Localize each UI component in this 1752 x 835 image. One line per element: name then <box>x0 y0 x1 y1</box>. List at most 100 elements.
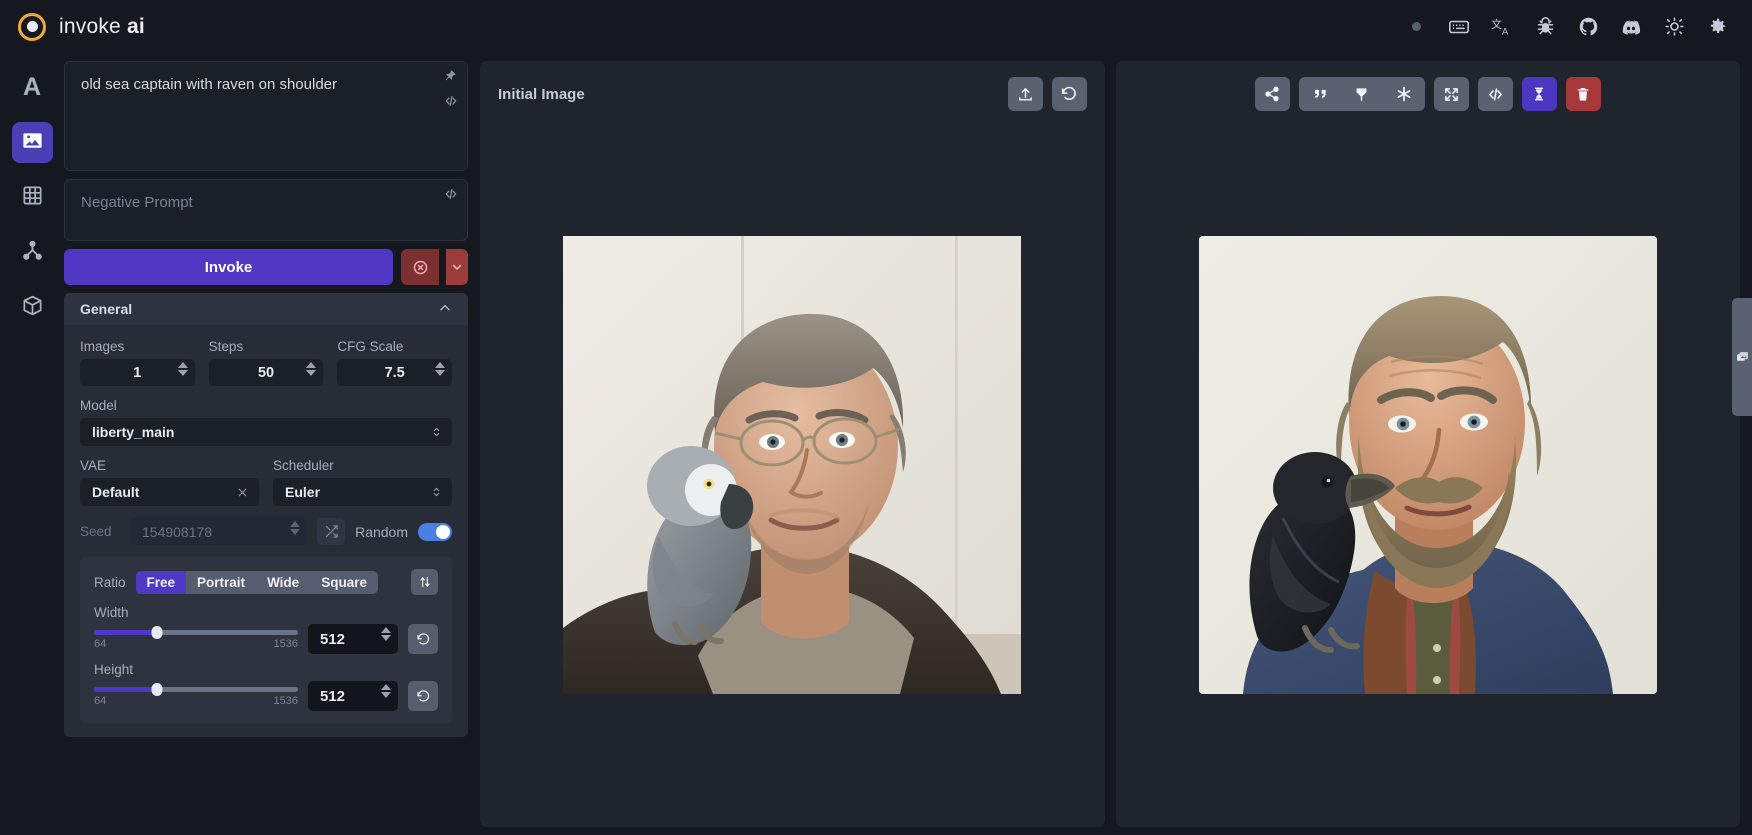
sidebar-item-text-to-image[interactable]: A <box>12 67 53 108</box>
sidebar-item-node-editor[interactable] <box>12 232 53 273</box>
ratio-option-portrait[interactable]: Portrait <box>186 571 256 594</box>
height-reset-icon[interactable] <box>408 681 438 711</box>
height-stepper[interactable] <box>381 684 391 698</box>
metadata-button[interactable] <box>1478 77 1513 111</box>
cancel-options-chevron-down-icon[interactable] <box>446 249 468 285</box>
language-icon[interactable]: 文 A <box>1491 16 1513 38</box>
height-value: 512 <box>320 688 345 705</box>
model-value: liberty_main <box>92 424 174 440</box>
width-slider[interactable]: 64 1536 <box>94 624 298 650</box>
gallery-edge <box>1732 53 1752 827</box>
images-input[interactable]: 1 <box>80 359 195 386</box>
sidebar-item-unified-canvas[interactable] <box>12 177 53 218</box>
use-seed-button[interactable] <box>1341 77 1383 111</box>
vae-label: VAE <box>80 458 259 473</box>
scheduler-select[interactable]: Euler <box>273 478 452 506</box>
upload-image-button[interactable] <box>1008 77 1043 111</box>
steps-input[interactable]: 50 <box>209 359 324 386</box>
progress-button[interactable] <box>1522 77 1557 111</box>
fullscreen-button[interactable] <box>1434 77 1469 111</box>
initial-image-header: Initial Image <box>480 61 1105 127</box>
height-slider[interactable]: 64 1536 <box>94 681 298 707</box>
dimensions-card: Ratio Free Portrait Wide Square <box>80 557 452 723</box>
shuffle-seed-icon[interactable] <box>317 518 345 545</box>
brand-logo[interactable]: invoke ai <box>18 13 145 41</box>
image-toolbar <box>1116 61 1741 127</box>
prompt-text[interactable]: old sea captain with raven on shoulder <box>65 62 467 95</box>
generated-image-area[interactable] <box>1116 127 1741 827</box>
cfg-scale-input[interactable]: 7.5 <box>337 359 452 386</box>
gallery-toggle-images-icon[interactable] <box>1732 298 1752 416</box>
use-all-button[interactable] <box>1383 77 1425 111</box>
prompt-field[interactable]: old sea captain with raven on shoulder <box>64 61 468 171</box>
delete-button[interactable] <box>1566 77 1601 111</box>
numeric-settings-row: Images 1 Steps 50 <box>80 339 452 386</box>
images-stepper[interactable] <box>178 362 188 376</box>
page-title: Initial Image <box>498 86 585 103</box>
svg-text:A: A <box>1502 26 1509 36</box>
options-panel: old sea captain with raven on shoulder <box>64 53 468 827</box>
width-row: 64 1536 512 <box>94 624 438 654</box>
sidebar-item-model-manager[interactable] <box>12 287 53 328</box>
images-setting: Images 1 <box>80 339 195 386</box>
height-max: 1536 <box>274 695 298 707</box>
seed-label: Seed <box>80 524 120 539</box>
discord-icon[interactable] <box>1620 16 1642 38</box>
negative-prompt-code-icon[interactable] <box>444 187 458 206</box>
model-select[interactable]: liberty_main <box>80 418 452 446</box>
cfg-scale-stepper[interactable] <box>435 362 445 376</box>
sidebar-item-image-to-image[interactable] <box>12 122 53 163</box>
seed-input[interactable]: 154908178 <box>130 518 307 545</box>
pin-icon[interactable] <box>444 69 458 82</box>
share-button[interactable] <box>1255 77 1290 111</box>
negative-prompt-field[interactable]: Negative Prompt <box>64 179 468 241</box>
seed-value: 154908178 <box>142 524 212 540</box>
width-reset-icon[interactable] <box>408 624 438 654</box>
model-setting: Model liberty_main <box>80 398 452 446</box>
height-row: 64 1536 512 <box>94 681 438 711</box>
use-prompt-button[interactable] <box>1299 77 1341 111</box>
generated-image[interactable] <box>1199 236 1657 694</box>
cfg-scale-value: 7.5 <box>385 365 405 381</box>
vae-select[interactable]: Default <box>80 478 259 506</box>
width-stepper[interactable] <box>381 627 391 641</box>
metadata-actions-group <box>1299 77 1425 111</box>
keyboard-icon[interactable] <box>1448 16 1470 38</box>
width-label: Width <box>94 605 438 620</box>
ratio-row: Ratio Free Portrait Wide Square <box>94 569 438 595</box>
height-setting: Height 64 1536 512 <box>94 662 438 711</box>
general-accordion: General Images 1 <box>64 293 468 737</box>
seed-stepper[interactable] <box>290 521 300 535</box>
invoke-row: Invoke <box>64 249 468 285</box>
model-chevron-updown-icon[interactable] <box>431 425 442 439</box>
scheduler-chevron-updown-icon[interactable] <box>431 485 442 499</box>
bug-icon[interactable] <box>1534 16 1556 38</box>
negative-prompt-placeholder[interactable]: Negative Prompt <box>65 180 467 213</box>
ratio-option-wide[interactable]: Wide <box>256 571 310 594</box>
vae-clear-close-icon[interactable] <box>236 486 249 499</box>
initial-image-area[interactable] <box>480 127 1105 827</box>
general-accordion-body: Images 1 Steps 50 <box>64 325 468 737</box>
gear-icon[interactable] <box>1706 16 1728 38</box>
height-input[interactable]: 512 <box>308 681 398 711</box>
brand-primary: invoke <box>59 15 121 38</box>
ratio-option-square[interactable]: Square <box>310 571 378 594</box>
chevron-up-icon[interactable] <box>438 301 452 318</box>
theme-icon[interactable] <box>1663 16 1685 38</box>
cancel-button[interactable] <box>401 249 439 285</box>
swap-dimensions-icon[interactable] <box>411 569 438 595</box>
invoke-logo-icon <box>18 13 46 41</box>
general-accordion-header[interactable]: General <box>64 293 468 325</box>
initial-image[interactable] <box>563 236 1021 694</box>
steps-stepper[interactable] <box>306 362 316 376</box>
width-input[interactable]: 512 <box>308 624 398 654</box>
reset-image-button[interactable] <box>1052 77 1087 111</box>
height-label: Height <box>94 662 438 677</box>
ratio-option-free[interactable]: Free <box>136 571 187 594</box>
cfg-scale-label: CFG Scale <box>337 339 452 354</box>
code-icon[interactable] <box>444 94 458 108</box>
invoke-button[interactable]: Invoke <box>64 249 393 285</box>
steps-setting: Steps 50 <box>209 339 324 386</box>
random-seed-toggle[interactable] <box>418 523 452 541</box>
github-icon[interactable] <box>1577 16 1599 38</box>
